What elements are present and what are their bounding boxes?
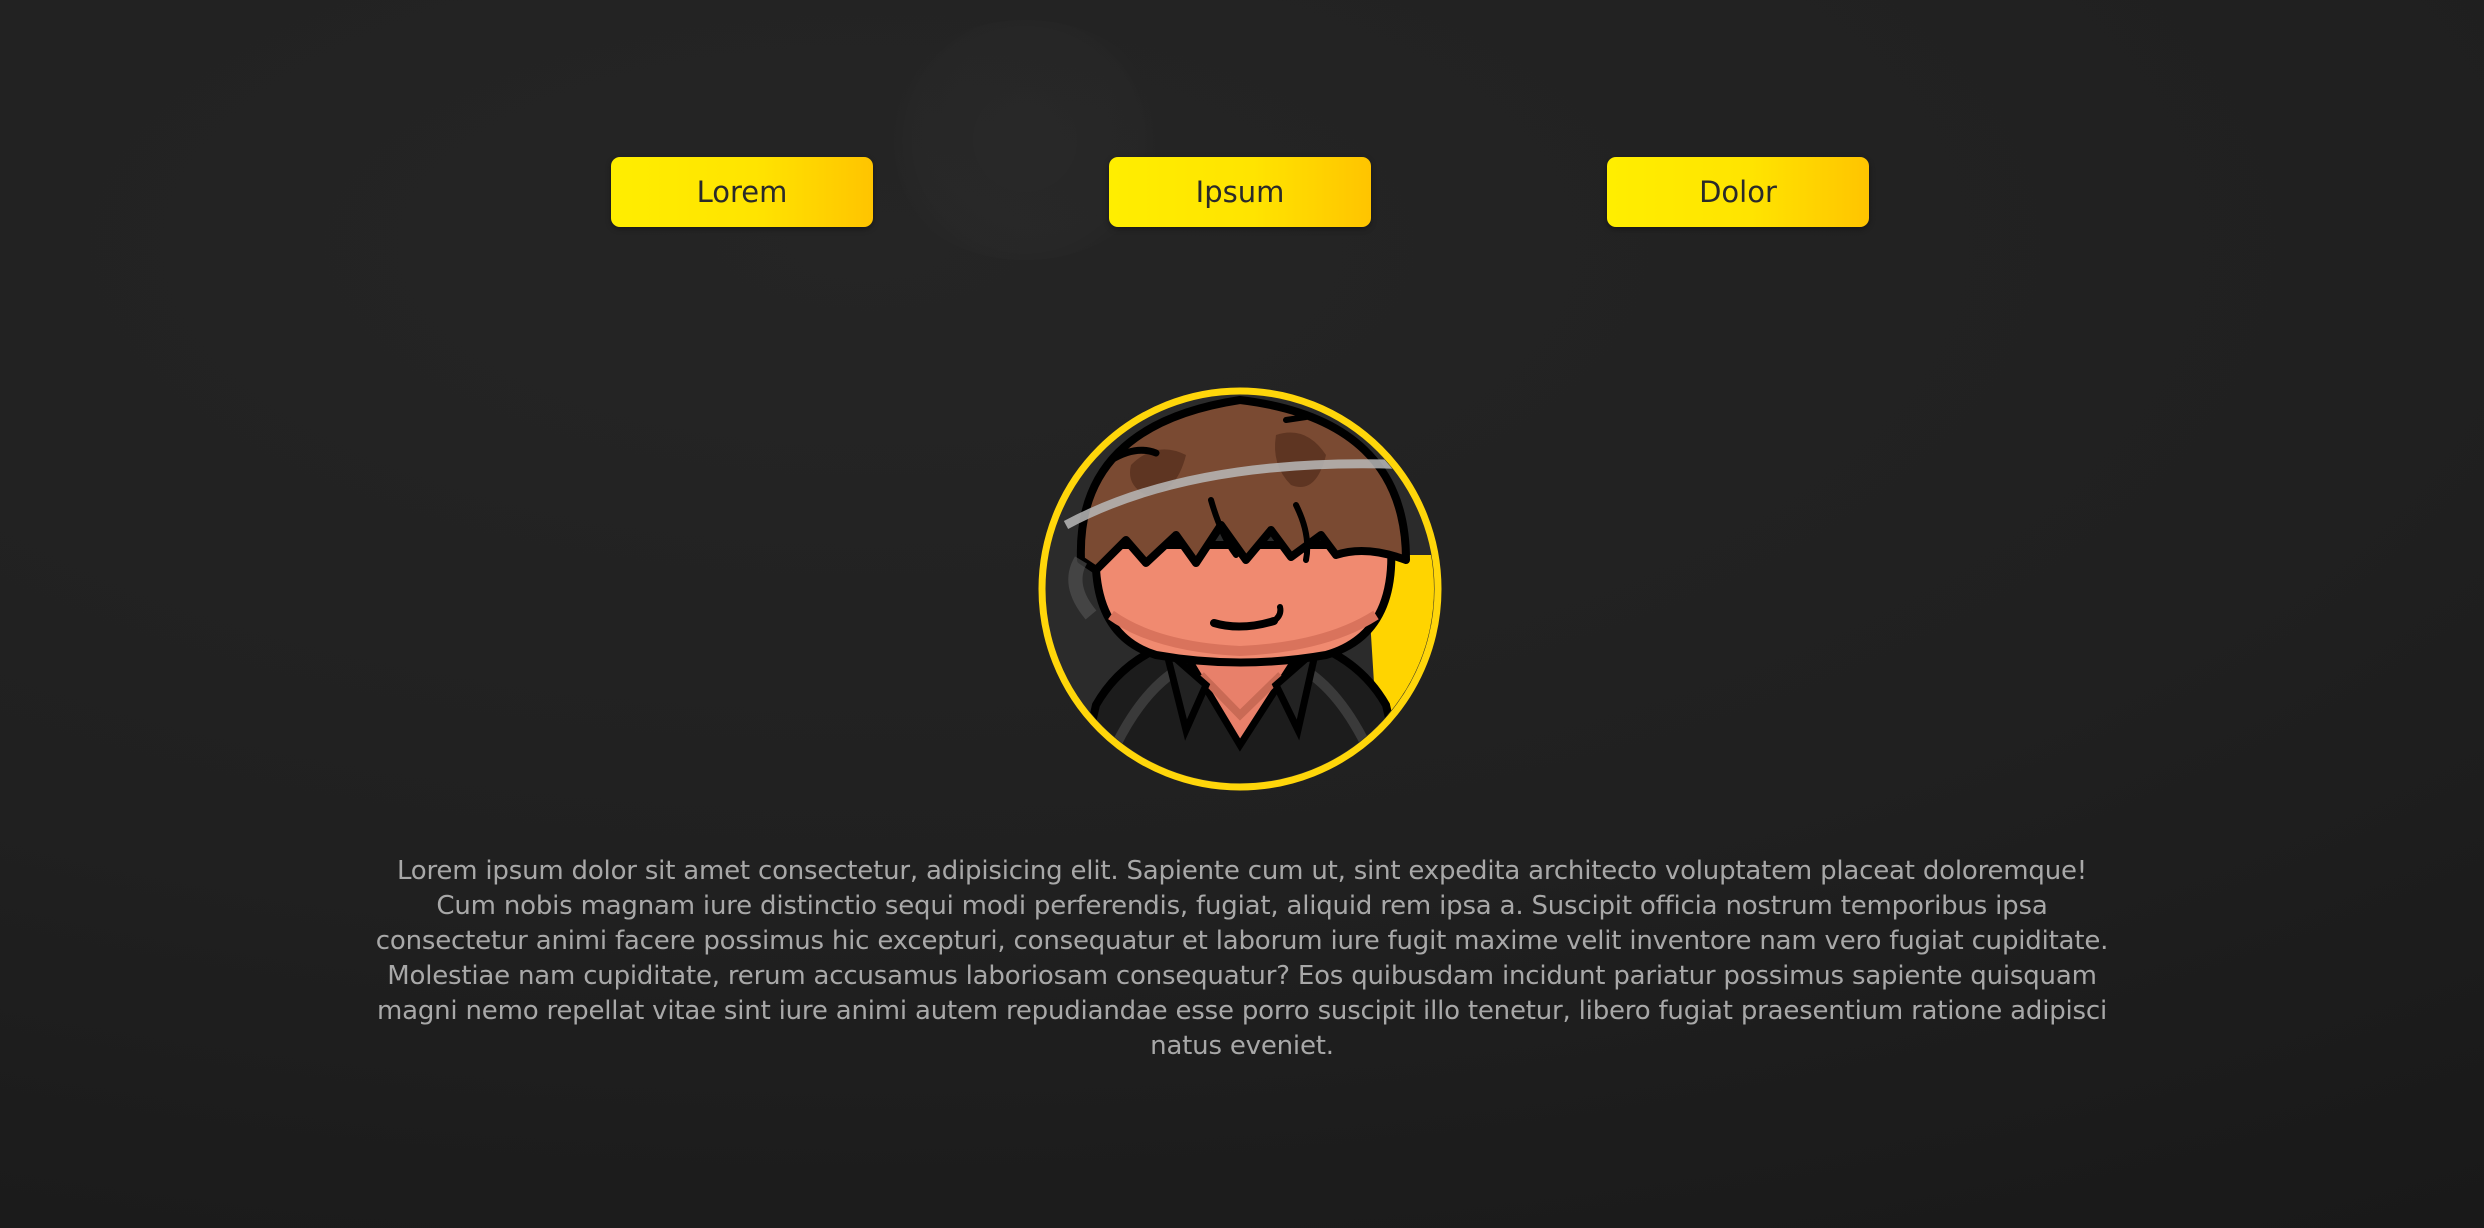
description-text: Lorem ipsum dolor sit amet consectetur, …: [375, 856, 2109, 1061]
dolor-button[interactable]: Dolor: [1607, 157, 1869, 227]
cartoon-avatar-icon: [1038, 387, 1442, 791]
avatar: [1036, 385, 1444, 793]
ipsum-button[interactable]: Ipsum: [1109, 157, 1371, 227]
lorem-button[interactable]: Lorem: [611, 157, 873, 227]
